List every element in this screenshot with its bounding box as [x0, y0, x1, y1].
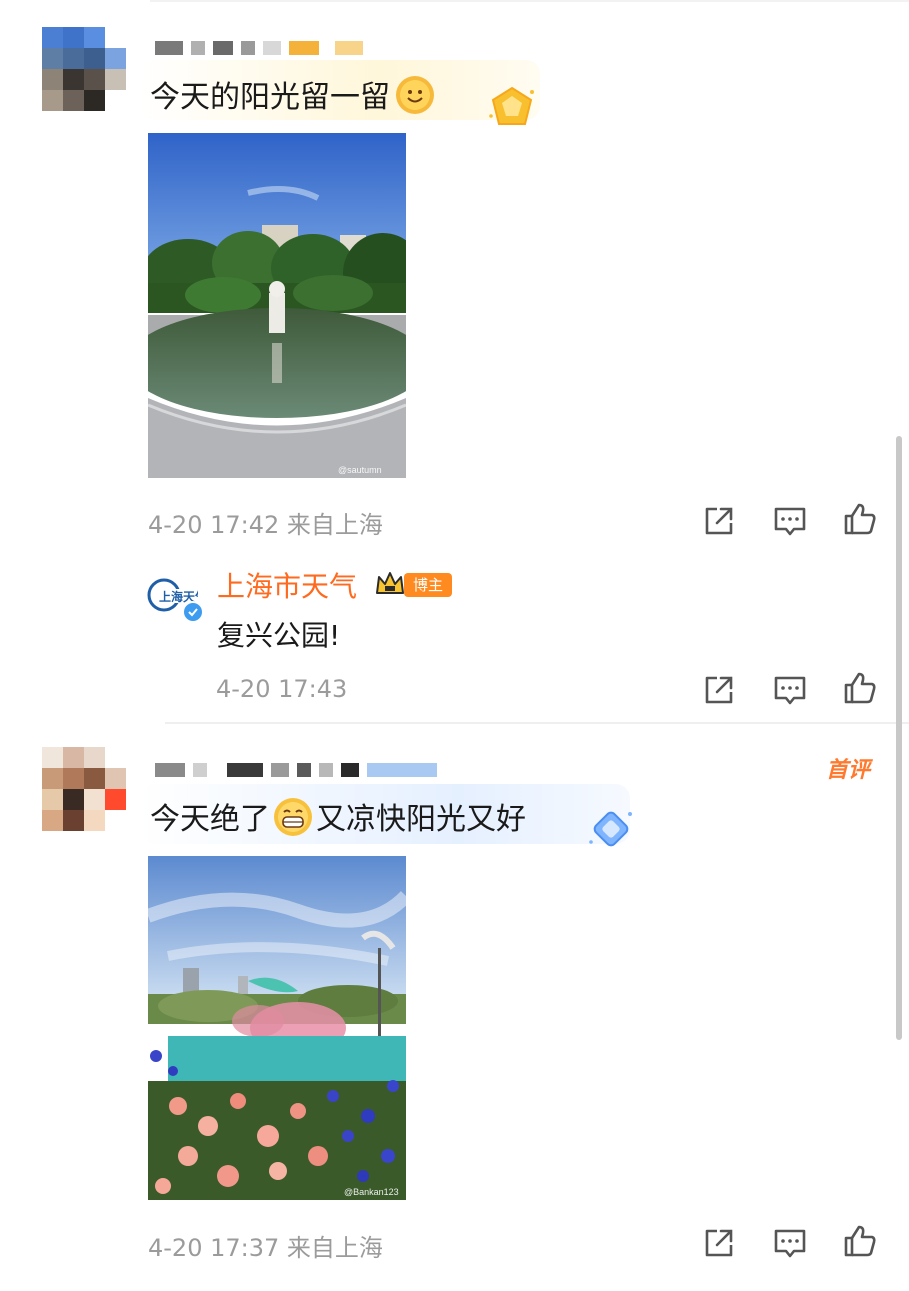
comment-text: 今天绝了 又凉快阳光又好	[150, 794, 526, 838]
comment-icon[interactable]	[772, 503, 808, 539]
first-comment-badge: 首评	[826, 758, 871, 783]
like-icon[interactable]	[842, 670, 878, 706]
comment-icon[interactable]	[772, 672, 808, 708]
comment-text-body: 今天的阳光留一留	[150, 80, 390, 115]
reply-meta: 4-20 17:43	[216, 675, 348, 703]
comment-meta: 4-20 17:42 来自上海	[148, 511, 383, 539]
gold-badge-icon	[487, 84, 537, 130]
like-icon[interactable]	[842, 501, 878, 537]
comment-feed: 今天的阳光留一留 @sautumn 4-20 17:42 来自上海 上海天 上海…	[0, 0, 909, 1291]
comment-meta: 4-20 17:37 来自上海	[148, 1234, 383, 1262]
avatar[interactable]	[42, 747, 126, 831]
avatar[interactable]	[42, 27, 126, 111]
comment-text-body-start: 今天绝了	[150, 802, 270, 837]
username-blurred[interactable]	[155, 762, 445, 778]
photo-watermark: @sautumn	[338, 465, 382, 475]
comment-icon[interactable]	[772, 1225, 808, 1261]
reply-author[interactable]: 上海市天气	[217, 565, 357, 605]
section-divider	[165, 722, 909, 724]
diamond-badge-icon	[586, 806, 636, 852]
comment-photo[interactable]: @sautumn	[148, 133, 406, 478]
share-icon[interactable]	[701, 672, 737, 708]
reply-text: 复兴公园!	[217, 619, 341, 652]
verified-icon	[182, 601, 204, 623]
top-divider	[150, 0, 909, 2]
share-icon[interactable]	[701, 503, 737, 539]
comment-text-body-end: 又凉快阳光又好	[316, 802, 526, 837]
photo-watermark: @Bankan123	[344, 1187, 399, 1197]
sun-smile-emoji-icon	[396, 76, 434, 114]
comment-text: 今天的阳光留一留	[150, 72, 434, 116]
like-icon[interactable]	[842, 1223, 878, 1259]
scrollbar[interactable]	[896, 436, 902, 1040]
share-icon[interactable]	[701, 1225, 737, 1261]
crown-icon	[374, 569, 406, 599]
grin-emoji-icon	[274, 798, 312, 836]
username-blurred[interactable]	[155, 40, 371, 56]
comment-photo[interactable]: @Bankan123	[148, 856, 406, 1200]
blogger-badge: 博主	[404, 573, 452, 597]
